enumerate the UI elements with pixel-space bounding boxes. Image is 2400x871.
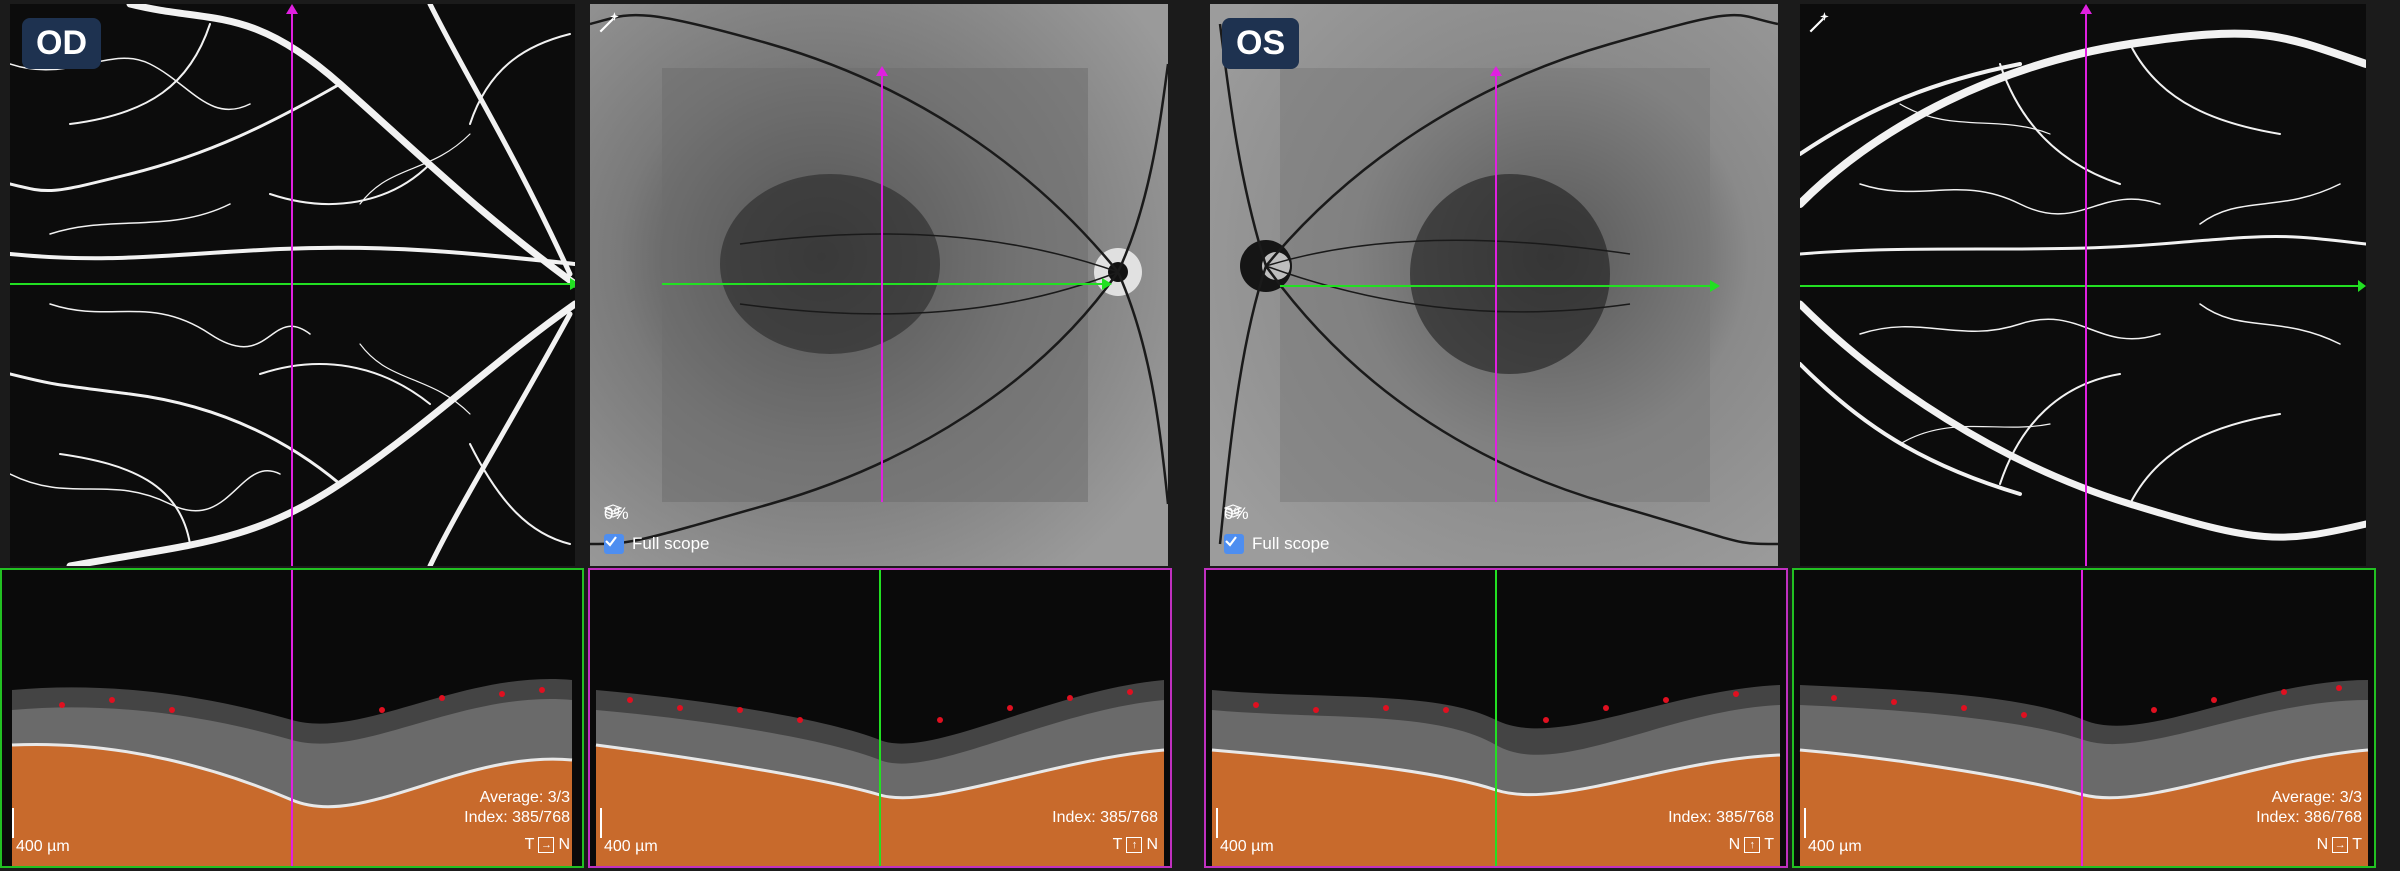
bscan-info: Index: 385/768 (1668, 808, 1774, 828)
od-fundus-panel[interactable]: 0% Full scope (590, 4, 1168, 566)
full-scope-toggle[interactable]: Full scope (1224, 534, 1329, 554)
index-label: Index: 385/768 (1052, 809, 1158, 826)
full-scope-label: Full scope (632, 534, 710, 553)
scale-label: 400 µm (16, 838, 70, 855)
bscan-info: Average: 3/3 Index: 385/768 (464, 788, 570, 828)
index-label: Index: 385/768 (464, 809, 570, 826)
layers-icon (1224, 504, 1242, 518)
os-bscan-horizontal[interactable]: Average: 3/3 Index: 386/768 N → T 400 µm (1792, 568, 2376, 868)
average-label: Average: 3/3 (479, 789, 570, 806)
orientation-indicator: N ↑ T (1729, 836, 1774, 854)
orientation-indicator: N → T (2317, 836, 2362, 854)
orient-start: N (1728, 836, 1741, 853)
orient-end: T (2352, 836, 2362, 853)
scale-bar-line (1216, 808, 1218, 838)
layers-icon (604, 504, 622, 518)
orient-start: T (524, 836, 535, 853)
scale-label: 400 µm (1220, 838, 1274, 855)
arrow-up-icon: ↑ (1744, 837, 1761, 853)
index-label: Index: 385/768 (1668, 809, 1774, 826)
scale-bar-line (12, 808, 14, 838)
scale-bar-line (1804, 808, 1806, 838)
orient-start: T (1112, 836, 1123, 853)
checkbox-icon[interactable] (1224, 534, 1244, 554)
arrow-right-icon: → (2332, 837, 2349, 853)
scale-label: 400 µm (1808, 838, 1862, 855)
od-angiogram-panel[interactable]: OD (10, 4, 575, 566)
arrow-up-icon: ↑ (1126, 837, 1143, 853)
full-scope-toggle[interactable]: Full scope (604, 534, 709, 554)
scale-bar: 400 µm (600, 808, 658, 856)
od-eye-badge: OD (22, 18, 101, 69)
scale-bar: 400 µm (1804, 808, 1862, 856)
bscan-info: Average: 3/3 Index: 386/768 (2256, 788, 2362, 828)
average-label: Average: 3/3 (2271, 789, 2362, 806)
od-fundus-image (590, 4, 1168, 566)
od-bscan-vertical[interactable]: Index: 385/768 T ↑ N 400 µm (588, 568, 1172, 868)
os-angiogram-image (1800, 4, 2366, 566)
scale-bar: 400 µm (1216, 808, 1274, 856)
scale-bar: 400 µm (12, 808, 70, 856)
bscan-info: Index: 385/768 (1052, 808, 1158, 828)
os-bscan-vertical[interactable]: Index: 385/768 N ↑ T 400 µm (1204, 568, 1788, 868)
orient-start: N (2316, 836, 2329, 853)
scale-label: 400 µm (604, 838, 658, 855)
os-fundus-image (1210, 4, 1778, 566)
orient-end: N (1146, 836, 1158, 853)
magic-wand-icon[interactable] (1806, 10, 1832, 36)
os-eye-badge: OS (1222, 18, 1300, 69)
orientation-indicator: T → N (525, 836, 570, 854)
progress-indicator: 0% (1224, 504, 1249, 524)
scale-bar-line (600, 808, 602, 838)
od-angiogram-image (10, 4, 575, 566)
orient-end: N (558, 836, 570, 853)
od-bscan-horizontal[interactable]: Average: 3/3 Index: 385/768 T → N 400 µm (0, 568, 584, 868)
arrow-right-icon: → (538, 837, 555, 853)
orient-end: T (1764, 836, 1774, 853)
orientation-indicator: T ↑ N (1113, 836, 1158, 854)
os-angiogram-panel[interactable] (1800, 4, 2366, 566)
progress-indicator: 0% (604, 504, 629, 524)
magic-wand-icon[interactable] (596, 10, 622, 36)
checkbox-icon[interactable] (604, 534, 624, 554)
full-scope-label: Full scope (1252, 534, 1330, 553)
os-fundus-panel[interactable]: OS 0% Full scope (1210, 4, 1778, 566)
index-label: Index: 386/768 (2256, 809, 2362, 826)
